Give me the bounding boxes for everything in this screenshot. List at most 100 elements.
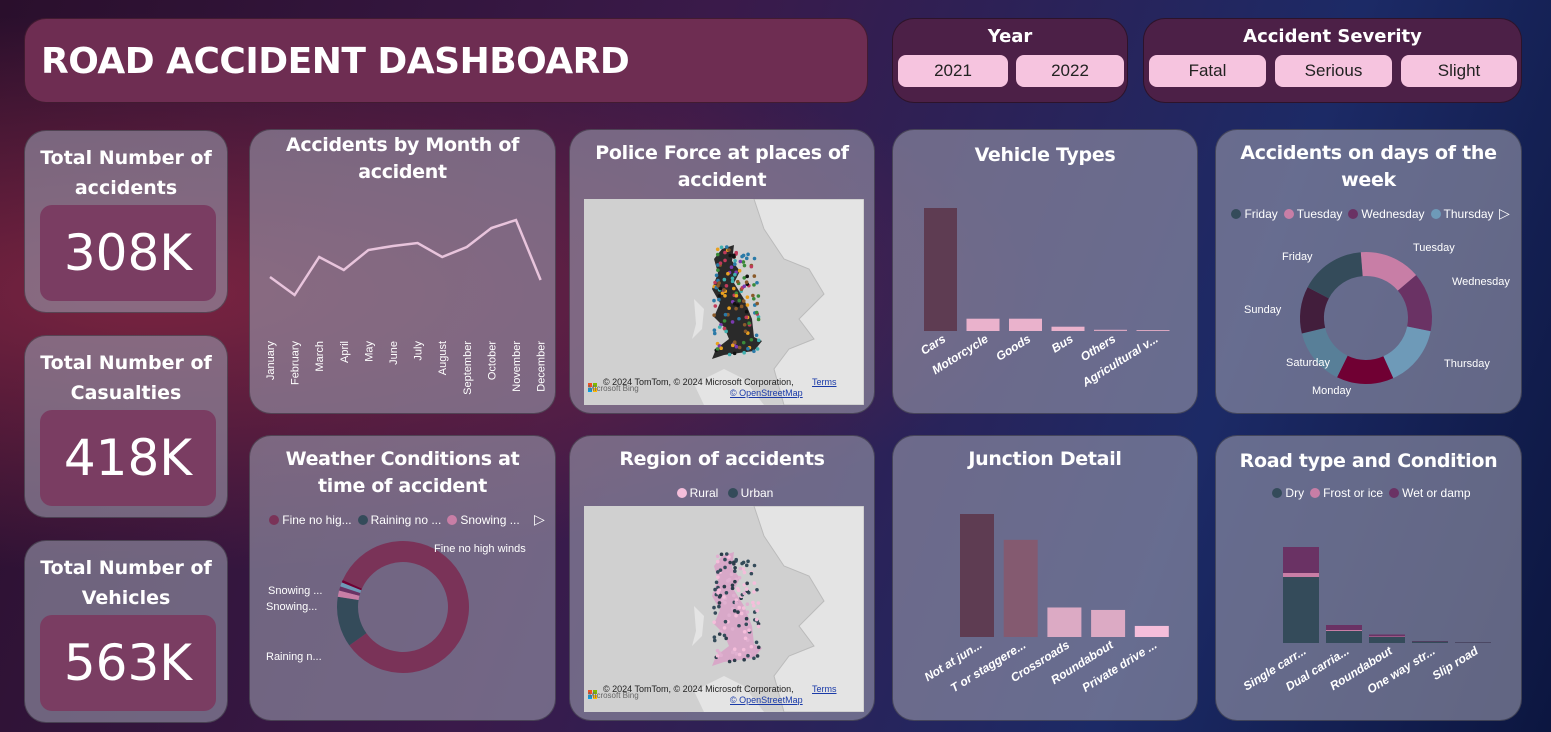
accident-location-dot (737, 605, 742, 610)
accident-location-dot (714, 580, 719, 585)
month-line-chart[interactable]: January February March April May June July Augu… (250, 130, 556, 414)
accident-location-dot (733, 569, 737, 574)
accident-location-dot (745, 610, 750, 614)
slice-data-label: Wednesday (1452, 276, 1510, 288)
month-tick-label: June (388, 341, 400, 365)
vehicle-types-bar-chart[interactable]: CarsMotorcycle Goods Bus OthersAgricultural… (893, 130, 1198, 414)
accident-location-dot (756, 601, 761, 605)
accident-location-dot (734, 306, 738, 311)
accident-location-dot (727, 613, 731, 618)
accident-location-dot (729, 265, 734, 270)
accident-location-dot (749, 644, 754, 649)
month-tick-label: November (511, 341, 523, 392)
region-legend: Rural Urban (570, 486, 874, 500)
junction-bar-chart[interactable]: Not at jun...T or staggere...CrossroadsR… (893, 436, 1198, 721)
region-map[interactable]: © 2024 TomTom, © 2024 Microsoft Corporat… (584, 505, 865, 713)
accident-location-dot (716, 268, 720, 272)
donut-slice (342, 541, 469, 673)
accident-location-dot (726, 578, 730, 583)
accident-location-dot (729, 572, 734, 577)
days-donut-chart[interactable]: Tuesday Wednesday Thursday Monday Saturday Su… (1216, 130, 1522, 414)
accident-location-dot (749, 264, 754, 269)
accident-location-dot (732, 609, 737, 613)
severity-serious-button[interactable]: Serious (1275, 55, 1392, 87)
accident-location-dot (727, 248, 731, 252)
accident-location-dot (717, 632, 722, 636)
accident-location-dot (733, 579, 737, 584)
accident-location-dot (727, 555, 731, 559)
donut-slice (1383, 326, 1431, 379)
accident-location-dot (756, 294, 761, 298)
accident-location-dot (715, 347, 720, 351)
month-tick-label: March (314, 341, 326, 372)
accident-location-dot (717, 604, 721, 609)
accident-location-dot (746, 653, 750, 658)
accident-location-dot (723, 250, 727, 255)
accident-location-dot (736, 303, 740, 307)
accident-location-dot (717, 297, 721, 302)
month-point (391, 244, 395, 248)
road-type-stacked-bar-chart[interactable]: Single carr...Dual carria...RoundaboutOn… (1216, 436, 1522, 721)
map-terms-link[interactable]: Terms (812, 684, 837, 694)
accident-location-dot (715, 559, 720, 564)
accident-location-dot (718, 286, 723, 291)
vehicle-types-card: Vehicle Types Cars Motorcycle Goods Bus Othe… (892, 129, 1198, 414)
accident-location-dot (727, 659, 732, 664)
month-series-line (269, 218, 542, 297)
police-force-map[interactable]: © 2024 TomTom, © 2024 Microsoft Corporat… (584, 198, 865, 406)
accident-location-dot (732, 658, 737, 663)
accident-location-dot (722, 326, 727, 331)
openstreetmap-link[interactable]: © OpenStreetMap (730, 695, 803, 705)
accident-location-dot (731, 593, 736, 598)
openstreetmap-link[interactable]: © OpenStreetMap (730, 388, 803, 398)
accident-location-dot (732, 302, 737, 306)
weather-conditions-card: Weather Conditions at time of accident F… (249, 435, 556, 721)
kpi-value: 308K (40, 205, 216, 301)
severity-slight-button[interactable]: Slight (1401, 55, 1517, 87)
year-2022-button[interactable]: 2022 (1016, 55, 1124, 87)
bar-segment-wet-or-damp (1369, 634, 1405, 637)
accident-location-dot (712, 605, 716, 610)
accident-location-dot (723, 293, 727, 298)
accident-location-dot (724, 283, 729, 288)
accident-location-dot (723, 565, 727, 570)
bar (966, 318, 1000, 331)
bar-segment-dry (1326, 631, 1362, 643)
slice-data-label: Snowing ... (268, 585, 322, 597)
accident-location-dot (714, 273, 719, 278)
slice-data-label: Snowing... (266, 601, 317, 613)
accident-location-dot (745, 274, 749, 279)
accident-location-dot (745, 295, 750, 299)
accident-location-dot (739, 304, 744, 309)
accident-location-dot (733, 258, 737, 263)
accident-location-dot (719, 552, 724, 557)
map-terms-link[interactable]: Terms (812, 377, 837, 387)
accident-location-dot (735, 586, 740, 591)
accident-location-dot (751, 296, 756, 301)
category-tick-label: Bus (1049, 331, 1076, 355)
accident-location-dot (740, 254, 744, 259)
accident-location-dot (743, 636, 748, 641)
accident-location-dot (756, 338, 761, 343)
accident-location-dot (741, 606, 746, 610)
legend-rural[interactable]: Rural (690, 486, 719, 500)
bar (960, 514, 994, 637)
weather-donut-chart[interactable]: Fine no high winds Raining n... Snowing...… (250, 436, 556, 721)
accident-location-dot (745, 303, 750, 307)
month-point (465, 245, 469, 249)
accident-location-dot (745, 602, 750, 606)
month-tick-label: August (437, 341, 449, 375)
europe-land (753, 505, 865, 713)
france-land (694, 676, 764, 712)
accident-location-dot (717, 601, 722, 605)
severity-fatal-button[interactable]: Fatal (1149, 55, 1266, 87)
year-2021-button[interactable]: 2021 (898, 55, 1008, 87)
accident-location-dot (745, 581, 749, 586)
bar (1003, 539, 1038, 637)
severity-slicer-label: Accident Severity (1243, 26, 1422, 47)
legend-urban[interactable]: Urban (741, 486, 774, 500)
accident-location-dot (742, 350, 746, 355)
accident-location-dot (743, 329, 748, 334)
accident-location-dot (722, 584, 727, 589)
slice-data-label: Fine no high winds (434, 543, 526, 555)
